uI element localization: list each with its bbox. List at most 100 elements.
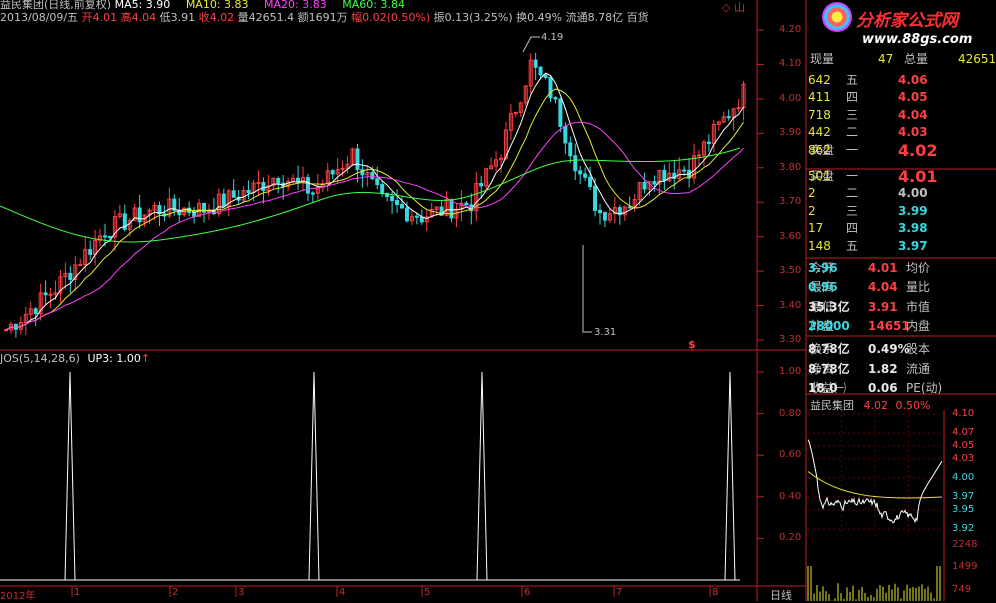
candle-body [642, 181, 647, 190]
candle-body [583, 173, 588, 178]
sell-level-label: 一 [846, 142, 859, 157]
stat-value: 0.49% [868, 342, 910, 357]
ma60-label: MA60: 3.84 [342, 0, 405, 11]
candle-body [598, 209, 602, 214]
ma10-label: MA10: 3.83 [185, 0, 249, 11]
buy-volume: 501 [808, 169, 831, 183]
stat-value: 1.82 [868, 361, 898, 376]
buy-volume: 148 [808, 238, 831, 253]
buy-row: 三 3.99 2 [808, 203, 996, 220]
candle-body [553, 97, 558, 100]
candle-body [662, 169, 667, 182]
sell-volume: 862 [808, 142, 831, 157]
sell-level-label: 二 [846, 125, 859, 140]
sell-row: 四 4.05 411 [808, 89, 996, 106]
stat-value: 3.96 [808, 261, 838, 275]
sell-price: 4.02 [898, 140, 938, 160]
candle-body [305, 177, 310, 194]
candle-body [449, 199, 454, 219]
candle-body [533, 59, 538, 68]
stat-row: 外盘 14651 内盘 28000 [808, 318, 996, 335]
high-mark-leader [522, 36, 540, 53]
stat-row: 净资 1.82 流通 8.78亿 [808, 361, 996, 378]
mini-price-tick: 4.10 [952, 408, 975, 419]
stat-row: 收益㈠ 0.06 PE(动) 18.0 [808, 380, 996, 397]
candle-body [137, 207, 142, 223]
candle-body [697, 154, 701, 157]
mini-chart-title: 益民集团 [810, 399, 854, 412]
candle-body [726, 116, 731, 119]
candle-body [548, 76, 553, 99]
bar-amount: 额1691万 [297, 11, 348, 24]
ma20-label: MA20: 3.83 [264, 0, 327, 11]
candle-body [375, 178, 380, 186]
dollar-mark: $ [688, 338, 696, 351]
candle-body [246, 189, 251, 194]
stat-label: 股本 [906, 342, 931, 357]
low-mark-leader [582, 245, 592, 333]
buy-row: 买盘一 4.01 501 [808, 168, 996, 185]
buy-price: 3.97 [898, 238, 928, 253]
candle-body [296, 177, 301, 182]
time-tick-label: 8 [712, 587, 719, 598]
sell-level-label: 四 [846, 90, 859, 105]
buy-volume: 2 [808, 203, 816, 218]
stat-row: 今开 4.01 均价 3.96 [808, 260, 996, 277]
candle-body [543, 74, 548, 78]
bar-category: 百货 [626, 11, 649, 24]
mini-price-tick: 3.97 [952, 491, 975, 503]
candle-body [706, 141, 711, 145]
sell-price: 4.06 [898, 73, 928, 87]
ma60-line [0, 147, 741, 243]
candle-body [370, 172, 375, 180]
stat-label: 市值 [906, 299, 931, 314]
bar-change: 幅0.02(0.50%) [351, 11, 431, 24]
stat-value: 0.96 [808, 280, 838, 295]
sell-volume: 411 [808, 90, 831, 105]
candle-body [157, 205, 162, 215]
stat-value: 28000 [808, 318, 850, 333]
bar-volume: 量42651.4 [237, 11, 295, 24]
time-tick-label: 7 [616, 587, 623, 598]
indicator-tick-label: 0.40 [779, 490, 802, 502]
sell-row: 卖盘一 4.02 862 [808, 142, 996, 159]
mini-chart-pct: 0.50% [895, 399, 931, 412]
stat-label: 均价 [906, 261, 931, 275]
bar-date: 2013/08/09/五 [0, 11, 79, 24]
candle-body [103, 235, 107, 238]
indicator-spike [308, 371, 320, 581]
time-tick-label: 2 [172, 587, 179, 598]
stat-value: 35.3亿 [808, 299, 850, 314]
time-tick-label: 5 [424, 587, 431, 598]
bar-open: 开4.01 [81, 11, 118, 24]
stat-label: PE(动) [906, 380, 943, 395]
stat-row: 换手 0.49% 股本 8.78亿 [808, 341, 996, 358]
price-tick-label: 4.20 [779, 24, 802, 35]
sell-price: 4.04 [898, 107, 928, 122]
bar-low: 低3.91 [159, 11, 196, 24]
candle-body [68, 272, 73, 281]
candle-body [231, 190, 236, 198]
candle-body [479, 182, 484, 187]
buy-level-label: 三 [846, 203, 859, 218]
panel-toggle-icon[interactable]: ◇ 山 [722, 0, 745, 15]
time-tick-label: 1 [74, 587, 81, 598]
chart-header-quote: 2013/08/09/五 开4.01 高4.04 低3.91 收4.02 量42… [0, 11, 649, 25]
candle-body [380, 184, 385, 194]
stat-label: 流通 [906, 361, 931, 376]
stat-value: 8.78亿 [808, 342, 850, 357]
sell-price: 4.05 [898, 90, 928, 105]
logo-url: www.88gs.com [862, 32, 973, 47]
candle-body [404, 207, 409, 222]
candle-body [310, 192, 315, 195]
sell-volume: 642 [808, 73, 831, 87]
mini-price-tick: 3.92 [952, 523, 975, 534]
candle-body [563, 125, 568, 144]
candle-body [4, 329, 8, 332]
mini-price-tick: 3.95 [952, 503, 975, 515]
sell-level-label: 五 [846, 73, 859, 87]
candle-body [256, 182, 261, 185]
candle-body [558, 98, 563, 127]
mini-price-tick: 4.07 [952, 427, 975, 439]
candle-body [88, 249, 93, 255]
